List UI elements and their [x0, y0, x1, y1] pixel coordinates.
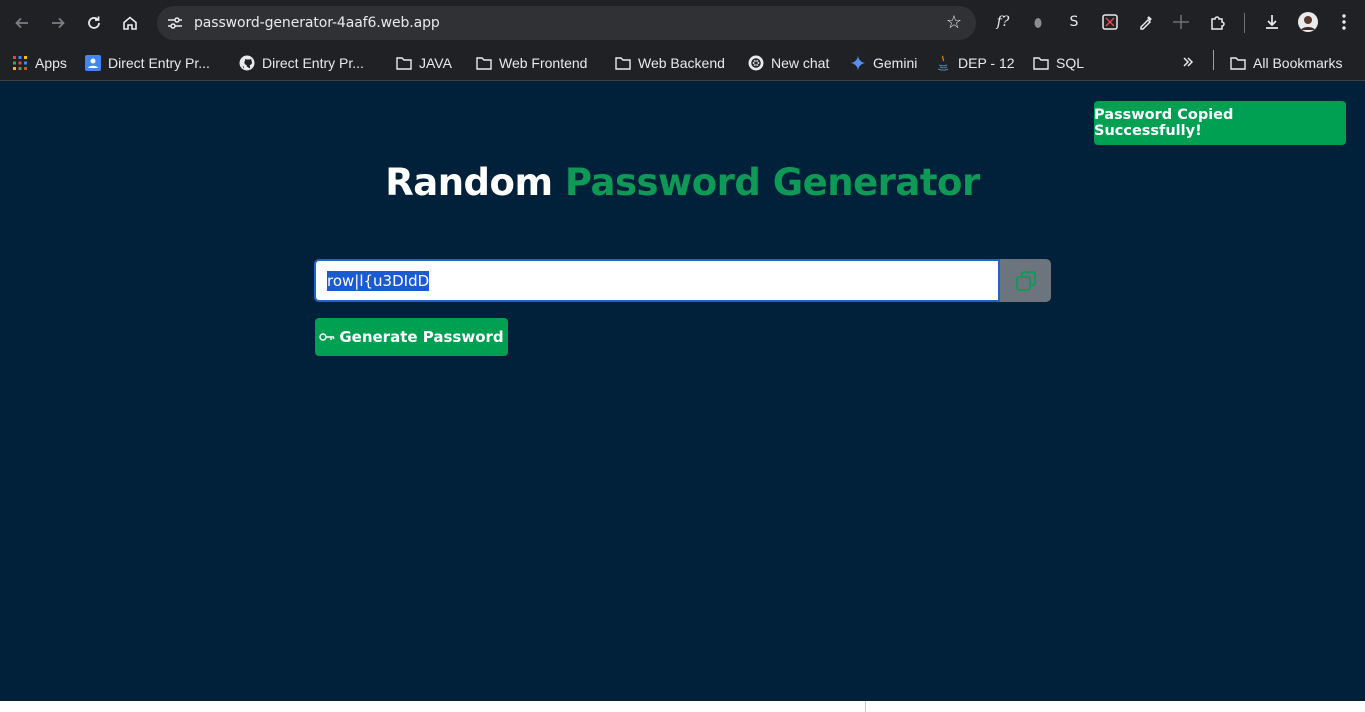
bookmark-label: JAVA — [419, 55, 452, 71]
password-input-group: row|l{u3DIdD — [314, 259, 1051, 302]
bookmarks-bar: Apps Direct Entry Pr... Direct Entry Pr.… — [0, 45, 1365, 81]
browser-toolbar: password-generator-4aaf6.web.app ☆ f? S — [0, 0, 1365, 45]
bookmark-label: Web Backend — [638, 55, 725, 71]
bookmark-new-chat[interactable]: New chat — [748, 52, 829, 74]
formula-extension-icon[interactable]: f? — [992, 11, 1014, 33]
bookmark-dep-12[interactable]: DEP - 12 — [935, 52, 1015, 74]
bookmark-label: Gemini — [873, 55, 918, 71]
more-bookmarks-button[interactable] — [1182, 52, 1194, 74]
folder-icon — [1033, 55, 1049, 71]
bookmark-star-icon[interactable]: ☆ — [946, 12, 962, 33]
bookmark-direct-entry-2[interactable]: Direct Entry Pr... — [239, 52, 364, 74]
folder-icon — [476, 55, 492, 71]
generate-password-button[interactable]: Generate Password — [315, 318, 508, 356]
bookmark-label: New chat — [771, 55, 830, 71]
copy-button[interactable] — [1000, 259, 1051, 302]
page-title: Random Password Generator — [0, 161, 1365, 204]
bookmark-apps[interactable]: Apps — [12, 52, 67, 74]
screenshot-extension-icon[interactable] — [1099, 11, 1121, 33]
bookmark-label: DEP - 12 — [958, 55, 1015, 71]
title-password-generator: Password Generator — [564, 161, 980, 204]
bookmark-folder-web-frontend[interactable]: Web Frontend — [476, 52, 587, 74]
all-bookmarks-button[interactable]: All Bookmarks — [1230, 52, 1342, 74]
bookmark-label: Direct Entry Pr... — [108, 55, 210, 71]
address-bar[interactable]: password-generator-4aaf6.web.app ☆ — [157, 6, 976, 40]
browser-menu-icon[interactable] — [1333, 11, 1355, 33]
password-value: row|l{u3DIdD — [327, 270, 430, 291]
reload-icon — [88, 16, 100, 29]
s-extension-icon[interactable]: S — [1063, 11, 1085, 33]
forward-button[interactable] — [44, 9, 72, 37]
gemini-icon — [850, 55, 866, 71]
copied-toast: Password Copied Successfully! — [1094, 101, 1346, 145]
bookmark-folder-web-backend[interactable]: Web Backend — [615, 52, 725, 74]
downloads-icon[interactable] — [1261, 11, 1283, 33]
color-picker-icon[interactable] — [1135, 11, 1157, 33]
github-icon — [239, 55, 255, 71]
key-icon — [319, 328, 335, 346]
chevron-double-right-icon — [1182, 55, 1194, 71]
home-icon — [123, 16, 137, 30]
bookmark-label: Web Frontend — [499, 55, 588, 71]
bookmark-gemini[interactable]: Gemini — [850, 52, 917, 74]
bottom-strip — [0, 701, 1365, 712]
bookmark-folder-sql[interactable]: SQL — [1033, 52, 1084, 74]
copy-icon — [1015, 270, 1036, 291]
forward-arrow-icon — [52, 17, 65, 29]
bookmark-label: SQL — [1056, 55, 1085, 71]
apps-grid-icon — [12, 55, 28, 71]
page-content: Password Copied Successfully! Random Pas… — [0, 81, 1365, 701]
bottom-divider — [865, 701, 866, 712]
url-text: password-generator-4aaf6.web.app — [194, 15, 440, 31]
bookmark-label: Direct Entry Pr... — [262, 55, 364, 71]
generate-label: Generate Password — [339, 328, 504, 346]
bookmark-label: Apps — [35, 55, 67, 71]
back-arrow-icon — [15, 17, 28, 29]
ruler-extension-icon[interactable] — [1170, 11, 1192, 33]
toolbar-separator — [1244, 13, 1245, 33]
folder-icon — [1230, 55, 1246, 71]
site-settings-icon[interactable] — [166, 14, 184, 32]
java-icon — [935, 55, 951, 71]
extension-dot-icon[interactable] — [1027, 11, 1049, 33]
openai-icon — [748, 55, 764, 71]
back-button[interactable] — [8, 9, 36, 37]
title-random: Random — [385, 161, 553, 204]
home-button[interactable] — [116, 9, 144, 37]
bookmarks-separator — [1213, 50, 1214, 70]
folder-icon — [615, 55, 631, 71]
bookmark-folder-java[interactable]: JAVA — [396, 52, 452, 74]
all-bookmarks-label: All Bookmarks — [1253, 55, 1343, 71]
password-field[interactable]: row|l{u3DIdD — [314, 259, 1000, 302]
reload-button[interactable] — [80, 9, 108, 37]
bookmark-direct-entry-1[interactable]: Direct Entry Pr... — [85, 52, 210, 74]
extensions-puzzle-icon[interactable] — [1207, 11, 1229, 33]
folder-icon — [396, 55, 412, 71]
profile-avatar-icon[interactable] — [1297, 11, 1319, 33]
google-account-icon — [85, 55, 101, 71]
